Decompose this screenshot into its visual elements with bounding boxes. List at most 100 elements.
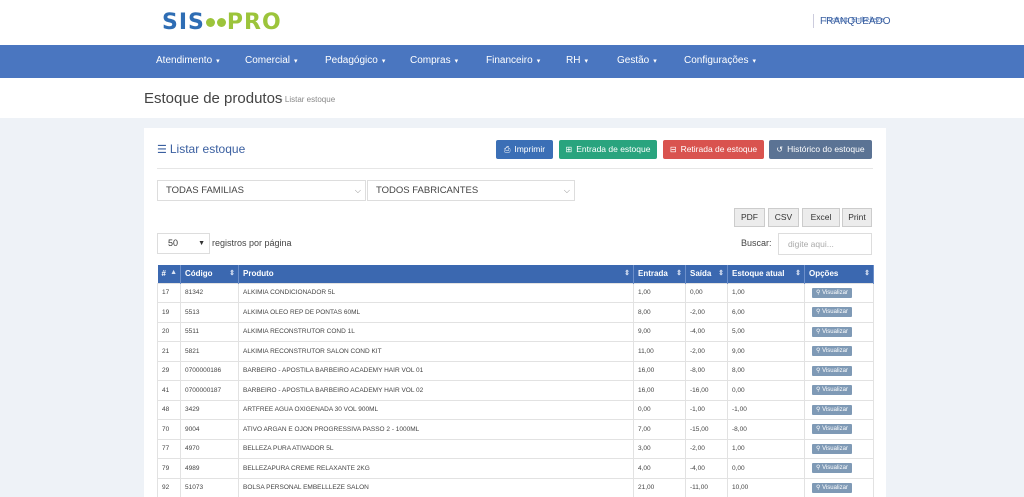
header-divider [813,14,814,28]
cell-product: ATIVO ARGAN E OJON PROGRESSIVA PASSO 2 -… [238,419,634,440]
nav-compras[interactable]: Compras ▾ [410,55,458,66]
cell-entry: 4,00 [633,458,686,479]
view-button[interactable]: ⚲ Visualizar [812,424,852,435]
cell-product: BARBEIRO - APOSTILA BARBEIRO ACADEMY HAI… [238,380,634,401]
sort-icon: ⇕ [718,270,724,277]
cell-options: ⚲ Visualizar [804,302,874,323]
manufacturer-select[interactable]: TODOS FABRICANTES ⌵ [367,180,575,201]
page-length-select[interactable]: 50 ▼ [157,233,210,254]
view-button[interactable]: ⚲ Visualizar [812,404,852,415]
export-print-button[interactable]: Print [842,208,872,227]
cell-stock: 10,00 [727,477,805,497]
export-csv-button[interactable]: CSV [768,208,799,227]
cell-exit: -1,00 [685,399,728,420]
chevron-down-icon: ▾ [584,58,588,65]
cell-id: 48 [157,399,181,420]
cell-product: ALKIMIA CONDICIONADOR 5L [238,282,634,303]
view-button[interactable]: ⚲ Visualizar [812,385,852,396]
stock-withdrawal-button[interactable]: ⊟ Retirada de estoque [663,140,764,159]
cell-entry: 21,00 [633,477,686,497]
cell-options: ⚲ Visualizar [804,438,874,459]
export-excel-button[interactable]: Excel [802,208,840,227]
view-button[interactable]: ⚲ Visualizar [812,346,852,357]
cell-options: ⚲ Visualizar [804,399,874,420]
col-header-options[interactable]: Opções ⇕ [804,265,874,283]
view-button[interactable]: ⚲ Visualizar [812,326,852,337]
table-row[interactable]: 77 4970 BELLEZA PURA ATIVADOR 5L 3,00 -2,00 1… [157,438,874,459]
nav-financeiro[interactable]: Financeiro ▾ [486,55,540,66]
cell-options: ⚲ Visualizar [804,282,874,303]
page-title: Estoque de produtos [144,90,283,107]
nav-rh[interactable]: RH ▾ [566,55,588,66]
top-header: SIS PRO Instituto Embelleze FRANQUEADO [0,0,1024,45]
cell-code: 81342 [180,282,239,303]
cell-code: 51073 [180,477,239,497]
view-button[interactable]: ⚲ Visualizar [812,287,852,298]
view-button[interactable]: ⚲ Visualizar [812,482,852,493]
cell-exit: 0,00 [685,282,728,303]
export-pdf-button[interactable]: PDF [734,208,765,227]
chevron-down-icon: ▾ [752,58,756,65]
cell-id: 17 [157,282,181,303]
stock-history-button[interactable]: ↺ Histórico do estoque [769,140,872,159]
cell-options: ⚲ Visualizar [804,458,874,479]
nav-pedagogico[interactable]: Pedagógico ▾ [325,55,385,66]
sort-asc-icon: ▲ [170,269,177,276]
siscopro-logo[interactable]: SIS PRO [162,10,282,35]
table-row[interactable]: 20 5511 ALKIMIA RECONSTRUTOR COND 1L 9,00 -4… [157,321,874,342]
table-row[interactable]: 21 5821 ALKIMIA RECONSTRUTOR SALON COND KI… [157,341,874,362]
view-button[interactable]: ⚲ Visualizar [812,443,852,454]
search-input[interactable] [778,233,872,255]
cell-entry: 8,00 [633,302,686,323]
cell-code: 5821 [180,341,239,362]
family-select[interactable]: TODAS FAMILIAS ⌵ [157,180,366,201]
cell-stock: 9,00 [727,341,805,362]
stock-entry-button[interactable]: ⊞ Entrada de estoque [559,140,657,159]
view-button[interactable]: ⚲ Visualizar [812,307,852,318]
col-header-entry[interactable]: Entrada ⇕ [633,265,686,283]
table-row[interactable]: 92 51073 BOLSA PERSONAL EMBELLLEZE SALON 21… [157,477,874,497]
table-row[interactable]: 19 5513 ALKIMIA OLEO REP DE PONTAS 60ML 8,0… [157,302,874,323]
cell-code: 3429 [180,399,239,420]
cell-options: ⚲ Visualizar [804,360,874,381]
plus-square-icon: ⊞ [565,145,573,154]
cell-options: ⚲ Visualizar [804,477,874,497]
user-menu[interactable]: FRANQUEADO [820,16,891,27]
col-header-stock[interactable]: Estoque atual ⇕ [727,265,805,283]
sort-icon: ⇕ [624,270,630,277]
minus-square-icon: ⊟ [669,145,677,154]
cell-exit: -2,00 [685,341,728,362]
chevron-down-icon: ▾ [536,58,541,65]
cell-id: 92 [157,477,181,497]
print-button[interactable]: ⎙ Imprimir [496,140,553,159]
cell-id: 29 [157,360,181,381]
table-row[interactable]: 79 4989 BELLEZAPURA CREME RELAXANTE 2KG 4,0… [157,458,874,479]
table-row[interactable]: 48 3429 ARTFREE AGUA OXIGENADA 30 VOL 900M… [157,399,874,420]
col-header-id[interactable]: # ▲ [157,265,181,283]
table-row[interactable]: 17 81342 ALKIMIA CONDICIONADOR 5L 1,00 0,00 1… [157,282,874,303]
cell-id: 79 [157,458,181,479]
page-header: Estoque de produtos › Listar estoque [0,78,1024,118]
page-length-label: registros por página [212,238,292,248]
sort-icon: ⇕ [864,270,870,277]
cell-exit: -2,00 [685,438,728,459]
chevron-down-icon: ▾ [381,58,386,65]
cell-id: 19 [157,302,181,323]
view-button[interactable]: ⚲ Visualizar [812,463,852,474]
sort-icon: ⇕ [795,270,801,277]
table-row[interactable]: 70 9004 ATIVO ARGAN E OJON PROGRESSIVA PAS… [157,419,874,440]
nav-comercial[interactable]: Comercial ▾ [245,55,298,66]
col-header-product[interactable]: Produto ⇕ [238,265,634,283]
table-row[interactable]: 29 0700000186 BARBEIRO - APOSTILA BARBEIRO… [157,360,874,381]
nav-atendimento[interactable]: Atendimento ▾ [156,55,220,66]
col-header-exit[interactable]: Saída ⇕ [685,265,728,283]
cell-options: ⚲ Visualizar [804,341,874,362]
col-header-code[interactable]: Código ⇕ [180,265,239,283]
nav-configuracoes[interactable]: Configurações ▾ [684,55,756,66]
table-row[interactable]: 41 0700000187 BARBEIRO - APOSTILA BARBEIRO… [157,380,874,401]
nav-gestao[interactable]: Gestão ▾ [617,55,657,66]
cell-id: 70 [157,419,181,440]
breadcrumb[interactable]: › Listar estoque [280,95,335,104]
view-button[interactable]: ⚲ Visualizar [812,365,852,376]
cell-product: BELLEZAPURA CREME RELAXANTE 2KG [238,458,634,479]
